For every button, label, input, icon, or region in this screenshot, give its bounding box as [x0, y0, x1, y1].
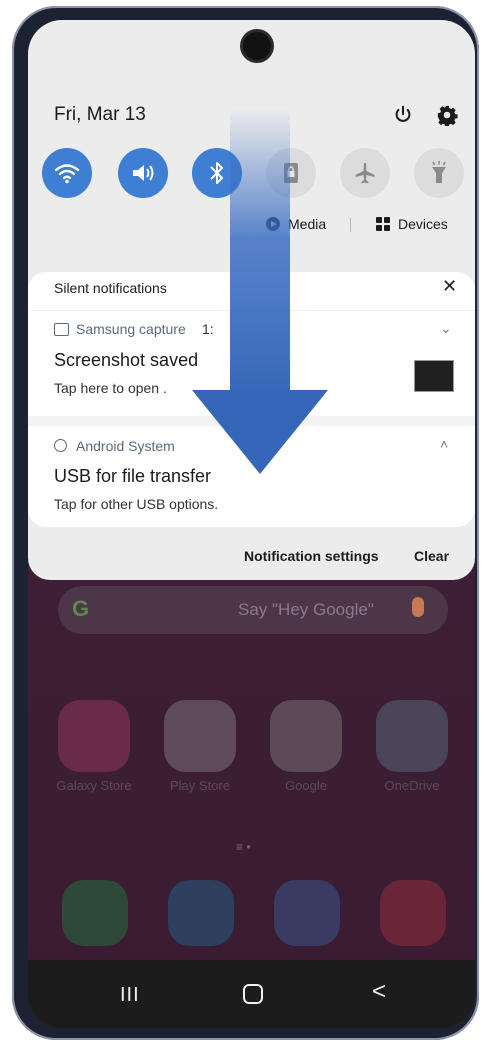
gear-icon[interactable] [436, 104, 458, 126]
app-label: Galaxy Store [56, 778, 132, 793]
app-galaxy-store[interactable] [58, 700, 130, 772]
internet-icon[interactable] [274, 880, 340, 946]
app-label: OneDrive [384, 778, 440, 793]
divider [350, 218, 351, 232]
wifi-icon [54, 164, 80, 184]
front-camera [243, 32, 271, 60]
devices-icon [376, 217, 390, 231]
section-title: Silent notifications [54, 280, 167, 296]
sound-toggle[interactable] [118, 148, 168, 198]
back-button[interactable]: < [372, 978, 386, 1006]
phone-screen: G Say "Hey Google" Galaxy Store Play Sto… [28, 20, 475, 1028]
app-label: Play Store [170, 778, 230, 793]
notification-title: Screenshot saved [54, 350, 199, 370]
page-indicator: ≡ • [236, 840, 251, 854]
sound-icon [133, 165, 154, 181]
screenshot-thumbnail [414, 360, 454, 392]
flashlight-toggle[interactable] [414, 148, 464, 198]
home-button[interactable] [243, 984, 263, 1004]
android-system-icon [54, 439, 67, 452]
flashlight-icon [432, 161, 446, 183]
image-icon [54, 323, 69, 336]
power-icon[interactable] [392, 104, 414, 126]
date-text: Fri, Mar 13 [54, 104, 146, 125]
google-search-bar[interactable]: G Say "Hey Google" [58, 586, 448, 634]
app-play-store[interactable] [164, 700, 236, 772]
app-onedrive[interactable] [376, 700, 448, 772]
chevron-up-icon[interactable]: ˄ [440, 436, 448, 452]
airplane-mode-toggle[interactable] [340, 148, 390, 198]
devices-label: Devices [398, 216, 448, 232]
phone-icon[interactable] [62, 880, 128, 946]
google-g-icon: G [72, 596, 90, 621]
notification-app-name: Android System [76, 438, 175, 454]
recent-apps-button[interactable]: III [120, 984, 140, 1007]
messages-icon[interactable] [168, 880, 234, 946]
search-hint: Say "Hey Google" [238, 600, 374, 619]
devices-button[interactable]: Devices [376, 216, 448, 232]
notification-text: Tap here to open . [54, 380, 167, 396]
swipe-down-arrow-icon [192, 108, 328, 474]
notification-settings-button[interactable]: Notification settings [244, 548, 379, 564]
clear-button[interactable]: Clear [414, 548, 449, 564]
app-google-folder[interactable] [270, 700, 342, 772]
notification-text: Tap for other USB options. [54, 496, 219, 512]
chevron-down-icon[interactable]: ⌄ [440, 320, 452, 337]
airplane-mode-icon [355, 163, 375, 184]
wifi-toggle[interactable] [42, 148, 92, 198]
close-icon[interactable]: ✕ [442, 276, 457, 297]
app-label: Google [285, 778, 327, 793]
notification-app-name: Samsung capture [76, 321, 186, 337]
mic-icon[interactable] [412, 597, 424, 617]
camera-icon[interactable] [380, 880, 446, 946]
